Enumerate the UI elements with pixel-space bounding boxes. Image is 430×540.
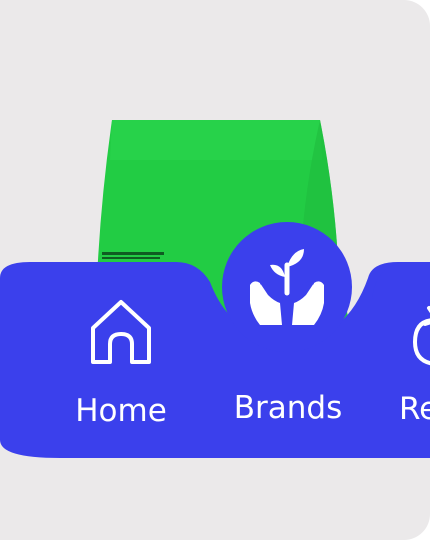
bottom-nav-bar <box>0 262 430 458</box>
nav-label-brands: Brands <box>233 390 343 426</box>
nav-item-brands-fab[interactable] <box>222 222 352 352</box>
plant-in-hands-icon <box>250 249 324 325</box>
refresh-icon <box>412 306 430 366</box>
nav-item-home[interactable]: Home <box>72 298 170 427</box>
product-card: Home Brands Re <box>0 0 430 540</box>
nav-label-home: Home <box>75 393 167 429</box>
nav-item-rewards[interactable]: Re <box>399 298 430 425</box>
nav-label-rewards: Re <box>399 391 430 427</box>
nav-item-brands[interactable]: Brands <box>228 393 348 424</box>
home-icon <box>91 300 151 364</box>
nav-bar-left-segment <box>0 262 430 458</box>
